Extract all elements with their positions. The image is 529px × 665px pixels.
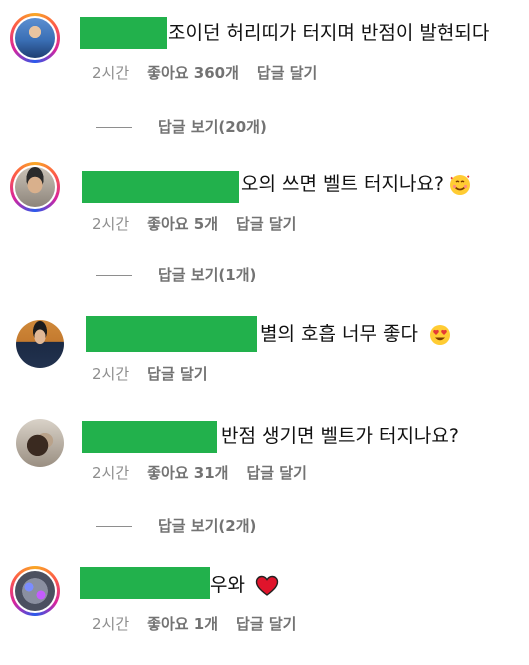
username-redacted[interactable]: [86, 316, 257, 352]
profile-photo-icon: [15, 18, 55, 58]
avatar[interactable]: [10, 162, 60, 212]
profile-photo-icon: [15, 571, 55, 611]
comment-time: 2시간: [92, 615, 130, 633]
likes-count[interactable]: 좋아요 31개: [147, 464, 228, 482]
comment-text: 조이던 허리띠가 터지며 반점이 발현되다: [168, 22, 490, 44]
comment-text-body: 우와: [210, 574, 245, 596]
profile-photo-icon: [16, 320, 64, 368]
reply-button[interactable]: 답글 달기: [236, 215, 296, 233]
reply-button[interactable]: 답글 달기: [246, 464, 306, 482]
view-replies-label: 답글 보기(2개): [158, 517, 257, 535]
view-replies-button[interactable]: 답글 보기(20개): [96, 116, 267, 137]
comment-meta: 2시간 답글 달기: [92, 363, 226, 384]
view-replies-button[interactable]: 답글 보기(1개): [96, 264, 256, 285]
divider-line: [96, 526, 132, 527]
divider-line: [96, 275, 132, 276]
profile-photo-icon: [15, 167, 55, 207]
avatar[interactable]: [10, 566, 60, 616]
view-replies-button[interactable]: 답글 보기(2개): [96, 515, 256, 536]
comment-meta: 2시간 좋아요 1개 답글 달기: [92, 613, 314, 634]
comment-time: 2시간: [92, 64, 130, 82]
reply-button[interactable]: 답글 달기: [147, 365, 207, 383]
likes-count[interactable]: 좋아요 360개: [147, 64, 239, 82]
likes-count[interactable]: 좋아요 1개: [147, 615, 218, 633]
reply-button[interactable]: 답글 달기: [236, 615, 296, 633]
comment-text: 별의 호흡 너무 좋다: [260, 322, 452, 347]
reply-button[interactable]: 답글 달기: [257, 64, 317, 82]
comment-text-body: 오의 쓰면 벨트 터지나요?: [241, 173, 445, 195]
comment-meta: 2시간 좋아요 360개 답글 달기: [92, 62, 335, 83]
profile-photo-icon: [16, 419, 64, 467]
username-redacted[interactable]: [80, 17, 167, 49]
heart-eyes-face-icon: [430, 324, 451, 345]
comment-meta: 2시간 좋아요 31개 답글 달기: [92, 462, 325, 483]
username-redacted[interactable]: [80, 567, 210, 599]
comment-text: 반점 생기면 벨트가 터지나요?: [221, 425, 459, 447]
comment-text: 우와: [210, 573, 279, 597]
comment-text-body: 별의 호흡 너무 좋다: [260, 323, 418, 345]
divider-line: [96, 127, 132, 128]
comment-text: 오의 쓰면 벨트 터지나요?: [241, 172, 472, 197]
avatar[interactable]: [16, 419, 64, 467]
username-redacted[interactable]: [82, 171, 239, 203]
comment-time: 2시간: [92, 464, 130, 482]
smiling-face-with-hearts-icon: [450, 174, 471, 195]
comment-time: 2시간: [92, 215, 130, 233]
comment-meta: 2시간 좋아요 5개 답글 달기: [92, 213, 314, 234]
avatar[interactable]: [16, 320, 64, 368]
likes-count[interactable]: 좋아요 5개: [147, 215, 218, 233]
view-replies-label: 답글 보기(20개): [158, 118, 267, 136]
username-redacted[interactable]: [82, 421, 217, 453]
avatar[interactable]: [10, 13, 60, 63]
red-heart-icon: [255, 575, 279, 596]
comment-time: 2시간: [92, 365, 130, 383]
view-replies-label: 답글 보기(1개): [158, 266, 257, 284]
